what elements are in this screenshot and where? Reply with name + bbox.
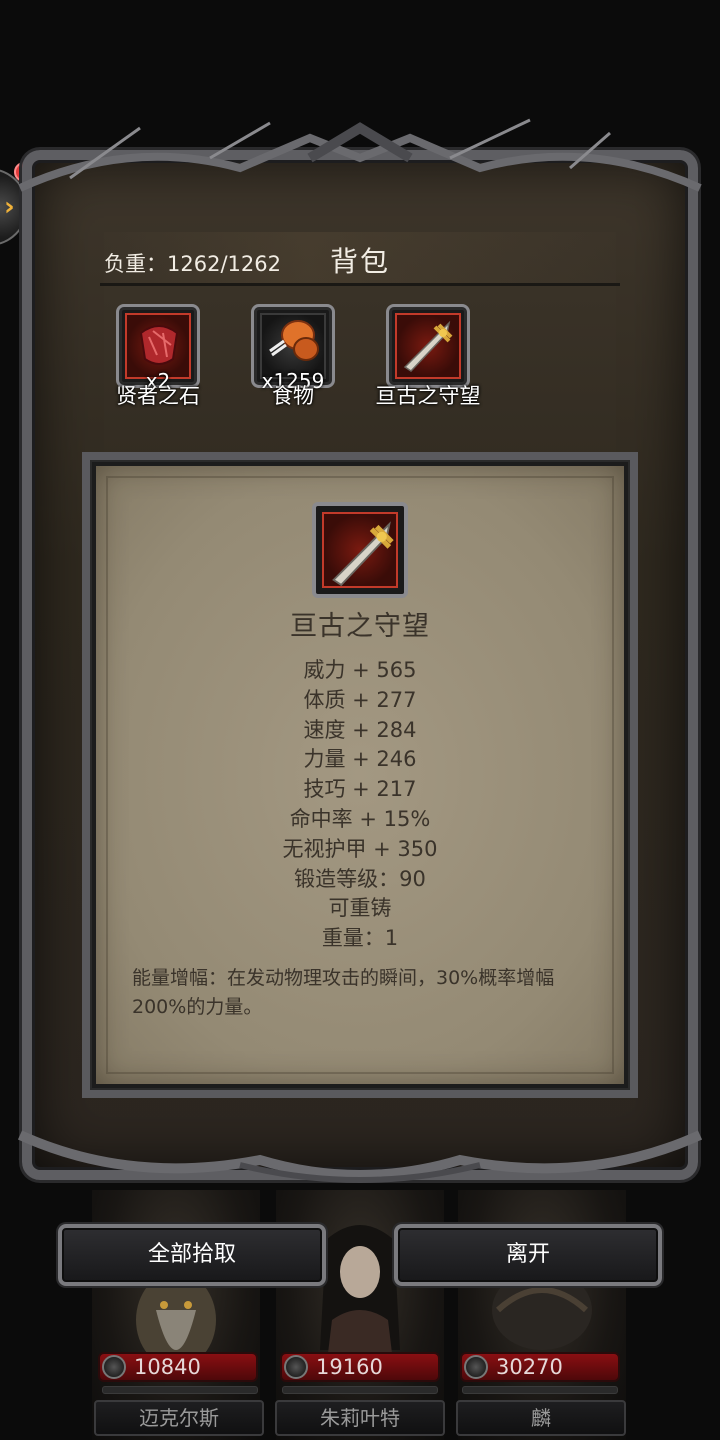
page-title: 背包 xyxy=(330,245,391,278)
stat-line: 重量：1 xyxy=(321,926,399,951)
item-description: 能量增幅：在发动物理攻击的瞬间，30%概率增幅200%的力量。 xyxy=(132,967,555,1018)
carry-weight: 负重：1262/1262 xyxy=(104,252,281,276)
inventory-slot-sword[interactable] xyxy=(386,304,470,388)
mp-bar xyxy=(102,1386,258,1394)
hp-value: 10840 xyxy=(134,1355,201,1379)
roast-meat-icon xyxy=(269,320,319,361)
inventory-item-name: 食物 xyxy=(272,384,314,408)
leave-button[interactable]: 离开 xyxy=(394,1224,662,1286)
hp-value: 30270 xyxy=(496,1355,563,1379)
sword-badge-icon xyxy=(284,1355,308,1379)
stat-line: 锻造等级：90 xyxy=(294,866,426,891)
party-member-name: 朱莉叶特 xyxy=(275,1400,445,1436)
panel-top-ornament xyxy=(18,118,702,192)
stat-line: 速度 + 284 xyxy=(303,717,417,742)
hp-bar: 10840 xyxy=(98,1352,258,1382)
sword-badge-icon xyxy=(102,1355,126,1379)
stat-line: 可重铸 xyxy=(328,896,392,921)
inventory-slot-food[interactable]: x1259 xyxy=(251,304,335,393)
pickup-all-button[interactable]: 全部拾取 xyxy=(58,1224,326,1286)
stat-line: 威力 + 565 xyxy=(303,658,417,682)
sword-icon xyxy=(403,320,453,372)
inventory-slot-philosopher-stone[interactable]: x2 xyxy=(116,304,200,393)
red-gem-icon xyxy=(139,325,179,365)
stat-line: 体质 + 277 xyxy=(303,687,417,712)
item-detail-name: 亘古之守望 xyxy=(290,611,430,642)
item-stats-list: 威力 + 565 体质 + 277 速度 + 284 力量 + 246 技巧 +… xyxy=(96,656,624,954)
stat-line: 技巧 + 217 xyxy=(303,777,417,802)
mp-bar xyxy=(282,1386,438,1394)
panel-bottom-ornament xyxy=(17,1130,703,1183)
hp-value: 19160 xyxy=(316,1355,383,1379)
stat-line: 力量 + 246 xyxy=(303,747,417,772)
inventory-item-name: 亘古之守望 xyxy=(375,384,481,408)
party-member-name: 麟 xyxy=(456,1400,626,1436)
stat-line: 命中率 + 15% xyxy=(289,806,431,831)
mp-bar xyxy=(462,1386,618,1394)
stat-line: 无视护甲 + 350 xyxy=(282,836,438,861)
sword-badge-icon xyxy=(464,1355,488,1379)
hp-bar: 30270 xyxy=(460,1352,620,1382)
sword-icon xyxy=(332,521,394,587)
party-member-name: 迈克尔斯 xyxy=(94,1400,264,1436)
inventory-item-name: 贤者之石 xyxy=(116,384,200,408)
item-detail-icon xyxy=(312,502,408,598)
hp-bar: 19160 xyxy=(280,1352,440,1382)
